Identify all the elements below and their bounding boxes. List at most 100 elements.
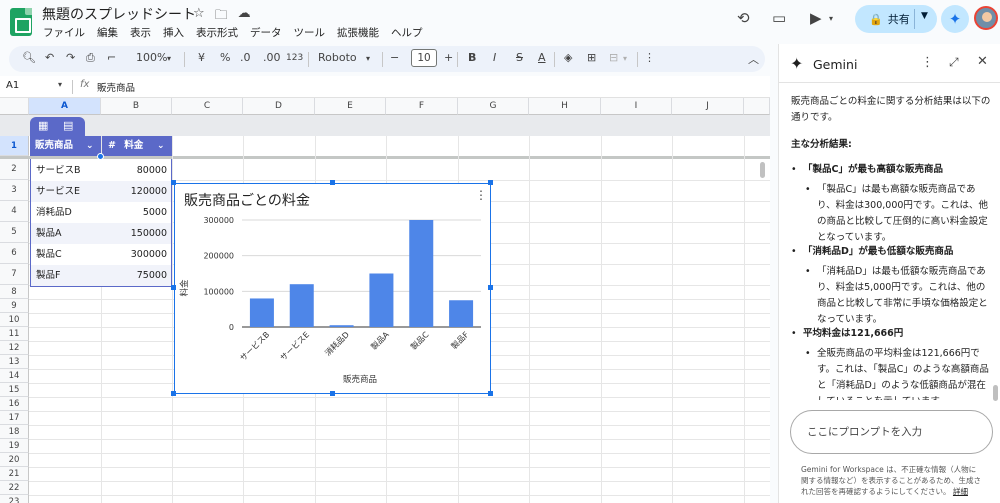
chart-bar[interactable] bbox=[369, 273, 394, 328]
column-header-i[interactable]: I bbox=[601, 98, 672, 115]
close-icon[interactable]: ✕ bbox=[977, 54, 988, 69]
font-select[interactable]: Roboto bbox=[318, 51, 357, 64]
italic-button[interactable]: I bbox=[493, 51, 496, 64]
row-header-14[interactable]: 14 bbox=[0, 369, 29, 383]
table-row[interactable]: サービスE 120000 bbox=[31, 181, 171, 202]
search-menus-icon[interactable]: 🔍︎ bbox=[22, 51, 36, 64]
row-header-18[interactable]: 18 bbox=[0, 425, 29, 439]
price-cell[interactable]: 75000 bbox=[103, 265, 167, 286]
menu-data[interactable]: データ bbox=[249, 24, 283, 41]
text-color-button[interactable]: A bbox=[538, 51, 546, 64]
table-header-product[interactable]: 販売商品 ⌄ bbox=[30, 136, 101, 156]
bold-button[interactable]: B bbox=[468, 51, 476, 64]
chart-menu-icon[interactable]: ⋮ bbox=[475, 188, 487, 202]
zoom-caret-icon[interactable]: ▾ bbox=[167, 54, 171, 63]
row-header-13[interactable]: 13 bbox=[0, 355, 29, 369]
merge-cells-icon[interactable]: ⊟ bbox=[609, 51, 618, 64]
vertical-scrollbar[interactable] bbox=[760, 162, 765, 178]
product-cell[interactable]: 製品A bbox=[36, 223, 104, 244]
row-header-10[interactable]: 10 bbox=[0, 313, 29, 327]
row-header-4[interactable]: 4 bbox=[0, 201, 29, 222]
product-cell[interactable]: 製品C bbox=[36, 244, 104, 265]
font-size-decrease-button[interactable]: − bbox=[390, 51, 399, 64]
table-header-price[interactable]: # 料金 ⌄ bbox=[102, 136, 172, 156]
gemini-toggle-button[interactable]: ✦ bbox=[941, 5, 969, 33]
row-header-1[interactable]: 1 bbox=[0, 136, 29, 156]
row-header-12[interactable]: 12 bbox=[0, 341, 29, 355]
column-header-b[interactable]: B bbox=[101, 98, 172, 115]
fill-color-icon[interactable]: ◈ bbox=[564, 51, 572, 64]
more-options-icon[interactable]: ⋮ bbox=[921, 55, 934, 70]
avatar[interactable] bbox=[974, 6, 998, 30]
column-header-e[interactable]: E bbox=[315, 98, 386, 115]
chart-bar[interactable] bbox=[289, 284, 314, 327]
price-cell[interactable]: 80000 bbox=[103, 160, 167, 181]
chart-resize-handle[interactable] bbox=[330, 180, 335, 185]
table-settings-icon[interactable]: ▤ bbox=[63, 119, 73, 132]
font-size-input[interactable]: 10 bbox=[411, 49, 437, 67]
merge-caret-icon[interactable]: ▾ bbox=[623, 54, 627, 63]
column-header-h[interactable]: H bbox=[529, 98, 601, 115]
table-row[interactable]: 消耗品D 5000 bbox=[31, 202, 171, 223]
chart-bar[interactable] bbox=[329, 325, 354, 327]
document-title[interactable]: 無題のスプレッドシート bbox=[42, 4, 196, 24]
row-header-20[interactable]: 20 bbox=[0, 453, 29, 467]
strikethrough-button[interactable]: S bbox=[516, 51, 523, 64]
meet-caret-icon[interactable]: ▾ bbox=[829, 14, 833, 23]
row-header-22[interactable]: 22 bbox=[0, 481, 29, 495]
row-header-19[interactable]: 19 bbox=[0, 439, 29, 453]
increase-decimal-button[interactable]: .00 bbox=[263, 51, 281, 64]
table-row[interactable]: 製品A 150000 bbox=[31, 223, 171, 244]
select-all-corner[interactable] bbox=[0, 98, 29, 115]
price-cell[interactable]: 120000 bbox=[103, 181, 167, 202]
chart-resize-handle[interactable] bbox=[171, 391, 176, 396]
menu-tools[interactable]: ツール bbox=[293, 24, 327, 41]
row-header-6[interactable]: 6 bbox=[0, 243, 29, 264]
table-row[interactable]: サービスB 80000 bbox=[31, 160, 171, 181]
decrease-decimal-button[interactable]: .0 bbox=[240, 51, 251, 64]
row-header-2[interactable]: 2 bbox=[0, 159, 29, 180]
share-button[interactable]: 🔒 共有 ▼ bbox=[855, 5, 937, 33]
redo-icon[interactable]: ↷ bbox=[66, 51, 75, 64]
column-header-k[interactable] bbox=[744, 98, 770, 115]
row-header-5[interactable]: 5 bbox=[0, 222, 29, 243]
meet-icon[interactable]: ▶ bbox=[810, 9, 822, 27]
price-cell[interactable]: 300000 bbox=[103, 244, 167, 265]
row-header-16[interactable]: 16 bbox=[0, 397, 29, 411]
table-row[interactable]: 製品F 75000 bbox=[31, 265, 171, 286]
column-header-a[interactable]: A bbox=[29, 98, 101, 115]
borders-icon[interactable]: ⊞ bbox=[587, 51, 596, 64]
learn-more-link[interactable]: 詳細 bbox=[953, 487, 968, 496]
menu-file[interactable]: ファイル bbox=[42, 24, 86, 41]
column-menu-caret-icon[interactable]: ⌄ bbox=[157, 136, 165, 156]
menu-edit[interactable]: 編集 bbox=[96, 24, 119, 41]
chart-bar[interactable] bbox=[249, 298, 274, 327]
undo-icon[interactable]: ↶ bbox=[45, 51, 54, 64]
price-cell[interactable]: 5000 bbox=[103, 202, 167, 223]
currency-format-button[interactable]: ¥ bbox=[198, 51, 205, 64]
menu-view[interactable]: 表示 bbox=[129, 24, 152, 41]
chart-bar[interactable] bbox=[409, 220, 434, 327]
share-caret-icon[interactable]: ▼ bbox=[921, 11, 928, 21]
expand-panel-icon[interactable]: ⤢ bbox=[949, 55, 959, 70]
chart-resize-handle[interactable] bbox=[171, 180, 176, 185]
prompt-input[interactable]: ここにプロンプトを入力 bbox=[790, 410, 993, 454]
row-header-9[interactable]: 9 bbox=[0, 299, 29, 313]
table-view-icon[interactable]: ▦ bbox=[38, 119, 48, 132]
chart-bar[interactable] bbox=[449, 300, 474, 327]
column-header-f[interactable]: F bbox=[386, 98, 458, 115]
chart-resize-handle[interactable] bbox=[488, 180, 493, 185]
row-header-8[interactable]: 8 bbox=[0, 285, 29, 299]
column-header-c[interactable]: C bbox=[172, 98, 243, 115]
table-row[interactable]: 製品C 300000 bbox=[31, 244, 171, 265]
product-cell[interactable]: 消耗品D bbox=[36, 202, 104, 223]
number-format-button[interactable]: 123 bbox=[286, 53, 303, 63]
print-icon[interactable]: ⎙ bbox=[86, 51, 95, 65]
menu-help[interactable]: ヘルプ bbox=[390, 24, 424, 41]
product-cell[interactable]: サービスE bbox=[36, 181, 104, 202]
font-caret-icon[interactable]: ▾ bbox=[366, 54, 370, 63]
column-menu-caret-icon[interactable]: ⌄ bbox=[86, 136, 94, 156]
more-options-icon[interactable]: ⋮ bbox=[644, 51, 655, 64]
panel-scrollbar[interactable] bbox=[993, 385, 998, 401]
column-header-j[interactable]: J bbox=[672, 98, 744, 115]
